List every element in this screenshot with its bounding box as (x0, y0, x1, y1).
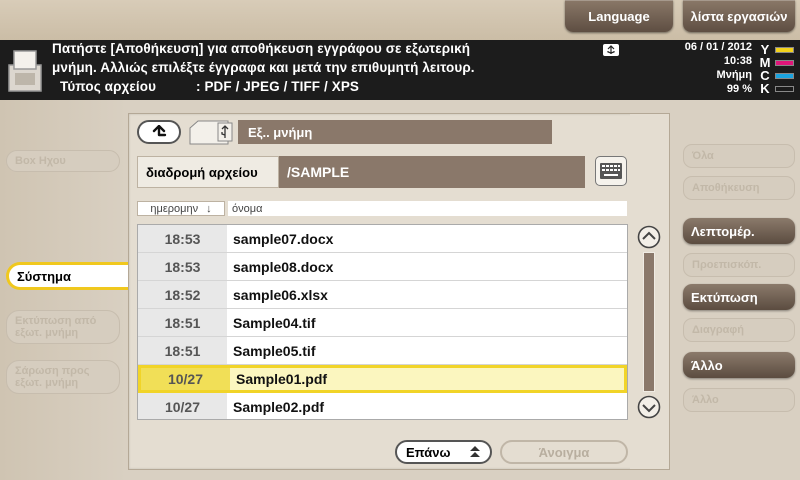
file-date: 10/27 (138, 393, 227, 419)
scroll-thumb[interactable] (644, 253, 654, 391)
tab-system[interactable]: Σύστημα (6, 262, 130, 290)
file-date: 18:51 (138, 309, 227, 336)
file-name: sample08.docx (233, 258, 334, 275)
user-box-button[interactable]: Box Ηχου (6, 150, 120, 172)
go-to-top-button[interactable]: Επάνω (395, 440, 492, 464)
file-path-value: /SAMPLE (279, 156, 585, 188)
status-date: 06 / 01 / 2012 (684, 41, 752, 53)
file-row[interactable]: 18:51 Sample04.tif (138, 309, 627, 337)
file-name: sample07.docx (233, 230, 334, 247)
open-button[interactable]: Άνοιγμα (500, 440, 628, 464)
status-time: 10:38 (723, 55, 752, 67)
toner-k-label: K (760, 81, 770, 96)
other-sub-button[interactable]: Άλλο (683, 388, 795, 412)
save-button[interactable]: Αποθήκευση (683, 176, 795, 200)
memory-label: Μνήμη (716, 69, 752, 81)
sort-by-name-header[interactable]: όνομα (228, 201, 627, 216)
message-bar: Πατήστε [Αποθήκευση] για αποθήκευση εγγρ… (0, 40, 800, 100)
location-title: Εξ.. μνήμη (238, 120, 552, 144)
file-row[interactable]: 18:52 sample06.xlsx (138, 281, 627, 309)
toner-c-gauge (775, 73, 794, 79)
parent-folder-button[interactable] (137, 120, 181, 144)
toner-y-gauge (775, 47, 794, 53)
print-external-memory-button[interactable]: Εκτύπωση από εξωτ. μνήμη (6, 310, 120, 344)
file-name: Sample01.pdf (236, 371, 328, 387)
job-list-button[interactable]: λίστα εργασιών (683, 0, 795, 32)
keyboard-icon (600, 163, 622, 179)
file-name: Sample02.pdf (233, 398, 325, 415)
file-date: 10/27 (141, 368, 230, 390)
print-button[interactable]: Εκτύπωση (683, 284, 795, 310)
usb-memory-icon (603, 44, 619, 56)
file-name: Sample04.tif (233, 314, 316, 331)
toner-m-gauge (775, 60, 794, 66)
document-storage-icon (8, 50, 42, 92)
keyboard-button[interactable] (595, 156, 627, 186)
external-memory-icon (189, 120, 233, 145)
select-all-button[interactable]: Όλα (683, 144, 795, 168)
toner-k-gauge (775, 86, 794, 92)
language-button[interactable]: Language (565, 0, 673, 32)
file-row[interactable]: 18:53 sample07.docx (138, 225, 627, 253)
sort-by-date-header[interactable]: ημερομην ↓ (137, 201, 225, 216)
file-date: 18:53 (138, 253, 227, 280)
file-path-label: διαδρομή αρχείου (137, 156, 279, 188)
filetype-value: : PDF / JPEG / TIFF / XPS (196, 79, 360, 94)
message-line-1: Πατήστε [Αποθήκευση] για αποθήκευση εγγρ… (52, 41, 471, 56)
file-date: 18:52 (138, 281, 227, 308)
file-list: 18:53 sample07.docx 18:53 sample08.docx 18:5… (137, 224, 628, 420)
file-name: Sample05.tif (233, 342, 316, 359)
sort-descending-icon: ↓ (206, 202, 212, 215)
message-line-2: μνήμη. Αλλιώς επιλέξτε έγγραφα και μετά … (52, 60, 475, 75)
file-name: sample06.xlsx (233, 286, 328, 303)
preview-button[interactable]: Προεπισκόπ. (683, 253, 795, 277)
file-date: 18:51 (138, 337, 227, 364)
scan-external-memory-button[interactable]: Σάρωση προς εξωτ. μνήμη (6, 360, 120, 394)
top-bar (0, 0, 800, 40)
scroll-down-button[interactable] (637, 395, 661, 419)
memory-value: 99 % (726, 83, 752, 95)
double-up-arrow-icon (470, 446, 481, 457)
up-arrow-icon (152, 125, 167, 137)
file-row[interactable]: 18:51 Sample05.tif (138, 337, 627, 365)
other-button[interactable]: Άλλο (683, 352, 795, 378)
scroll-up-button[interactable] (637, 225, 661, 249)
file-row[interactable]: 10/27 Sample01.pdf (138, 365, 627, 393)
file-row[interactable]: 10/27 Sample02.pdf (138, 393, 627, 419)
file-row[interactable]: 18:53 sample08.docx (138, 253, 627, 281)
delete-button[interactable]: Διαγραφή (683, 318, 795, 342)
file-date: 18:53 (138, 225, 227, 252)
details-button[interactable]: Λεπτομέρ. (683, 218, 795, 244)
filetype-label: Τύπος αρχείου (60, 79, 157, 94)
top-button-label: Επάνω (406, 444, 451, 460)
sort-date-label: ημερομην (150, 202, 199, 215)
